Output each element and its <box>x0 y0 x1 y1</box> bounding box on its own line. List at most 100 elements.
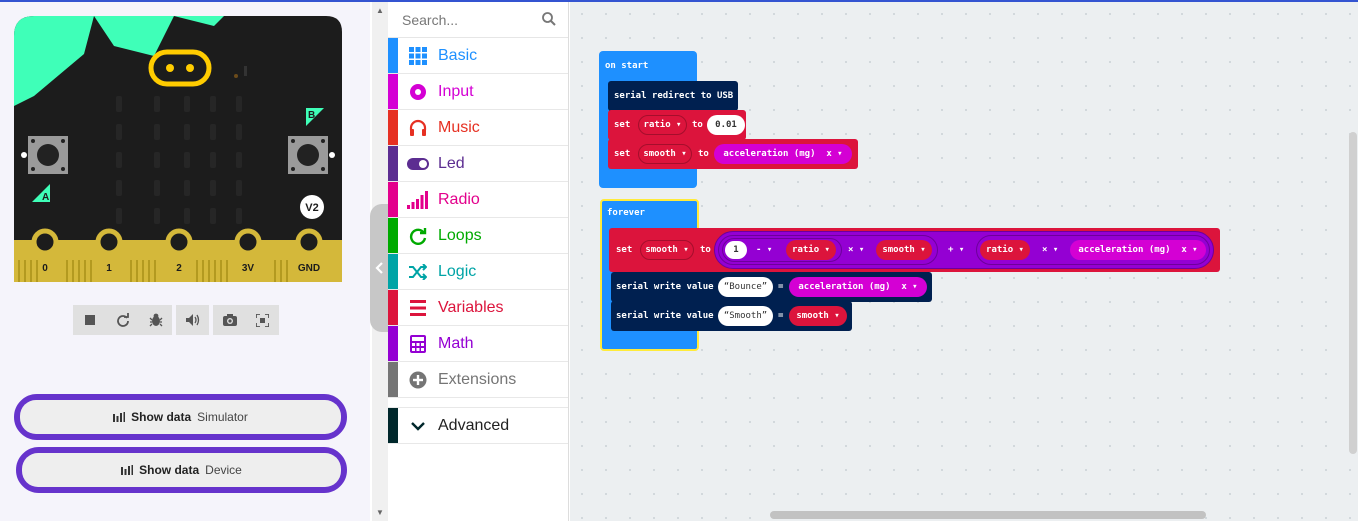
shuffle-icon <box>398 263 438 280</box>
collapse-simulator-button[interactable] <box>370 204 388 332</box>
pin-0[interactable]: 0 <box>42 263 48 274</box>
simulator-panel: A B V2 0 1 2 3V GND Show data Simulator … <box>0 2 370 521</box>
plus-operator[interactable]: + ▾ <box>948 245 964 255</box>
bounce-string-input[interactable]: “Bounce” <box>718 277 773 297</box>
list-lines-icon <box>398 299 438 316</box>
times-operator[interactable]: × ▾ <box>1042 245 1058 255</box>
show-data-sub: Device <box>205 463 242 477</box>
version-badge: V2 <box>305 202 318 214</box>
show-data-sub: Simulator <box>197 410 248 424</box>
category-label: Logic <box>438 262 477 280</box>
pin-1[interactable]: 1 <box>106 263 112 274</box>
chevron-down-icon <box>398 421 438 431</box>
chart-bars-icon <box>113 412 126 422</box>
set-keyword: set <box>614 120 631 130</box>
ratio-variable-reporter[interactable]: ratio ▾ <box>980 240 1030 260</box>
category-label: Variables <box>438 298 504 316</box>
smooth-variable-dropdown[interactable]: smooth ▾ <box>640 240 694 260</box>
category-extensions[interactable]: Extensions <box>388 362 568 398</box>
ratio-variable-dropdown[interactable]: ratio ▾ <box>638 115 687 135</box>
to-keyword: to <box>698 149 709 159</box>
search-icon[interactable] <box>542 12 556 26</box>
category-label: Math <box>438 334 474 352</box>
chevron-left-icon <box>375 262 383 274</box>
button-a-label: A <box>42 192 49 203</box>
category-label: Led <box>438 154 465 172</box>
workspace-vertical-scrollbar[interactable] <box>1349 132 1357 454</box>
category-loops[interactable]: Loops <box>388 218 568 254</box>
equals-label: = <box>778 282 784 292</box>
blocks-workspace[interactable]: on start serial redirect to USB set rati… <box>570 2 1358 521</box>
pin-2[interactable]: 2 <box>176 263 182 274</box>
to-keyword: to <box>700 245 711 255</box>
scroll-up-icon[interactable]: ▲ <box>376 6 384 15</box>
forever-label: forever <box>607 208 645 218</box>
show-data-simulator-button[interactable]: Show data Simulator <box>14 394 347 440</box>
makecode-editor: A B V2 0 1 2 3V GND Show data Simulator … <box>0 0 1358 521</box>
headphones-icon <box>398 119 438 137</box>
category-label: Radio <box>438 190 480 208</box>
acceleration-reporter[interactable]: acceleration (mg) x ▾ <box>1070 240 1206 260</box>
fullscreen-icon[interactable] <box>246 305 279 335</box>
category-logic[interactable]: Logic <box>388 254 568 290</box>
toolbox: Search... Basic Input Music Led Radio Lo… <box>388 2 569 521</box>
smooth-variable-reporter[interactable]: smooth ▾ <box>876 240 932 260</box>
category-advanced[interactable]: Advanced <box>388 408 568 444</box>
category-label: Basic <box>438 46 478 64</box>
smooth-variable-dropdown[interactable]: smooth ▾ <box>638 144 692 164</box>
restart-icon[interactable] <box>106 305 139 335</box>
times-operator[interactable]: × ▾ <box>848 245 864 255</box>
category-radio[interactable]: Radio <box>388 182 568 218</box>
category-input[interactable]: Input <box>388 74 568 110</box>
plus-circle-icon <box>398 371 438 389</box>
serial-write-label: serial write value <box>616 311 714 321</box>
category-label: Music <box>438 118 480 136</box>
ratio-variable-reporter[interactable]: ratio ▾ <box>786 240 836 260</box>
set-keyword: set <box>616 245 633 255</box>
simulator-toolbar <box>73 305 279 335</box>
input-circle-icon <box>398 83 438 101</box>
smooth-variable-reporter[interactable]: smooth ▾ <box>789 306 847 326</box>
category-label: Extensions <box>438 370 517 388</box>
category-basic[interactable]: Basic <box>388 38 568 74</box>
toolbox-search[interactable]: Search... <box>388 2 568 38</box>
category-label: Loops <box>438 226 482 244</box>
microbit-board[interactable]: A B V2 0 1 2 3V GND <box>14 16 342 282</box>
button-a[interactable] <box>28 136 68 174</box>
signal-bars-icon <box>398 190 438 209</box>
chart-bars-icon <box>121 465 134 475</box>
refresh-loop-icon <box>398 227 438 245</box>
to-keyword: to <box>692 120 703 130</box>
stop-icon[interactable] <box>73 305 106 335</box>
button-b[interactable] <box>288 136 328 174</box>
set-keyword: set <box>614 149 631 159</box>
screenshot-icon[interactable] <box>213 305 246 335</box>
scroll-down-icon[interactable]: ▼ <box>376 508 384 517</box>
ratio-value-input[interactable]: 0.01 <box>707 115 745 135</box>
category-math[interactable]: Math <box>388 326 568 362</box>
search-input[interactable]: Search... <box>402 12 458 28</box>
serial-redirect-label: serial redirect to USB <box>614 91 734 101</box>
acceleration-reporter[interactable]: acceleration (mg) x ▾ <box>789 277 927 297</box>
workspace-horizontal-scrollbar[interactable] <box>770 511 1206 519</box>
minus-operator[interactable]: - ▾ <box>756 245 772 255</box>
show-data-label: Show data <box>131 410 192 424</box>
serial-write-label: serial write value <box>616 282 714 292</box>
show-data-device-button[interactable]: Show data Device <box>16 447 347 493</box>
debug-icon[interactable] <box>139 305 172 335</box>
smooth-string-input[interactable]: “Smooth” <box>718 306 773 326</box>
calculator-icon <box>398 334 438 353</box>
pin-3v[interactable]: 3V <box>242 263 255 274</box>
category-variables[interactable]: Variables <box>388 290 568 326</box>
category-label: Advanced <box>438 416 510 434</box>
grid-icon <box>398 46 438 65</box>
category-led[interactable]: Led <box>388 146 568 182</box>
equals-label: = <box>778 311 784 321</box>
one-number-input[interactable]: 1 <box>725 241 747 259</box>
button-b-label: B <box>308 110 315 121</box>
acceleration-reporter[interactable]: acceleration (mg) x ▾ <box>714 144 852 164</box>
category-music[interactable]: Music <box>388 110 568 146</box>
on-start-label: on start <box>605 61 649 71</box>
pin-gnd[interactable]: GND <box>298 263 320 274</box>
sound-icon[interactable] <box>176 305 209 335</box>
